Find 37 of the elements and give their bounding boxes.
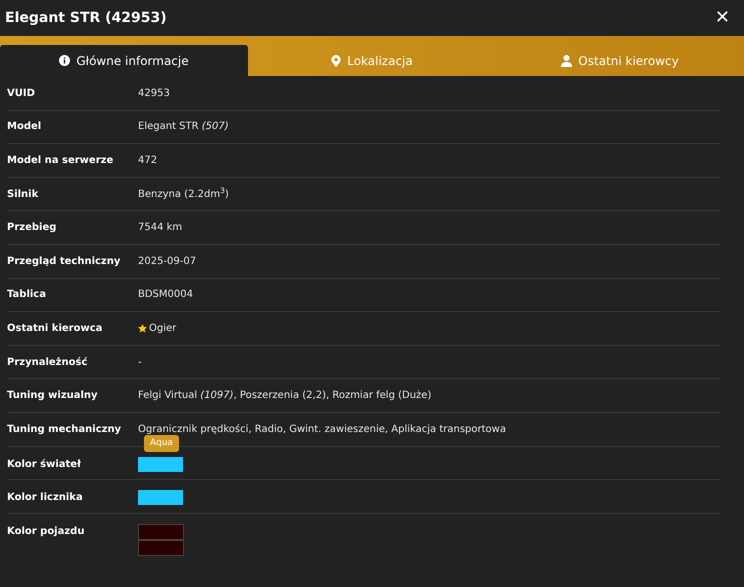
field-value: - xyxy=(138,356,142,370)
color-swatch[interactable] xyxy=(138,456,183,472)
field-value: Felgi Virtual (1097), Poszerzenia (2,2), Rozmiar felg (Duże) xyxy=(138,389,432,404)
field-label: Przynależność xyxy=(7,356,88,370)
field-value: 42953 xyxy=(138,86,170,101)
info-icon xyxy=(59,55,70,66)
field-value: Elegant STR (507) xyxy=(138,120,229,134)
field-label: Kolor licznika xyxy=(7,491,84,506)
driver-name: Ogier xyxy=(149,322,176,336)
tooltip: Aqua xyxy=(144,434,179,452)
color-swatch[interactable] xyxy=(138,490,183,506)
field-label: Silnik xyxy=(7,188,40,202)
field-label: Kolor pojazdu xyxy=(7,524,86,539)
field-label: Ostatni kierowca xyxy=(7,322,104,336)
tab[interactable]: Główne informacje xyxy=(0,45,248,76)
field-label: Model xyxy=(7,120,42,134)
field-value: 472 xyxy=(138,154,158,168)
field-label: Tuning wizualny xyxy=(7,389,99,404)
user-icon xyxy=(561,54,572,66)
field-label: Kolor świateł xyxy=(7,458,82,472)
field-value: 7544 km xyxy=(138,221,182,236)
star-icon xyxy=(138,324,147,333)
pin-icon xyxy=(331,54,342,66)
field-label: Przebieg xyxy=(7,221,58,236)
field-label: Model na serwerze xyxy=(7,154,114,168)
close-button[interactable]: ✕ xyxy=(714,9,730,27)
field-value: Benzyna (2.2dm$^{3}$) xyxy=(138,186,229,202)
field-label: VUID xyxy=(7,86,36,101)
color-swatch[interactable] xyxy=(138,540,184,556)
field-label: Tablica xyxy=(7,288,47,302)
color-swatch[interactable] xyxy=(138,524,184,540)
field-label: Przegląd techniczny xyxy=(7,254,122,269)
field-label: Tuning mechaniczny xyxy=(7,422,122,437)
field-value: Ogranicznik prędkości, Radio, Gwint. zawieszenie, Aplikacja transportowa xyxy=(138,422,506,437)
field-value: BDSM0004 xyxy=(138,288,193,302)
window-title: Elegant STR (42953) xyxy=(5,8,167,28)
field-value: 2025-09-07 xyxy=(138,254,196,269)
